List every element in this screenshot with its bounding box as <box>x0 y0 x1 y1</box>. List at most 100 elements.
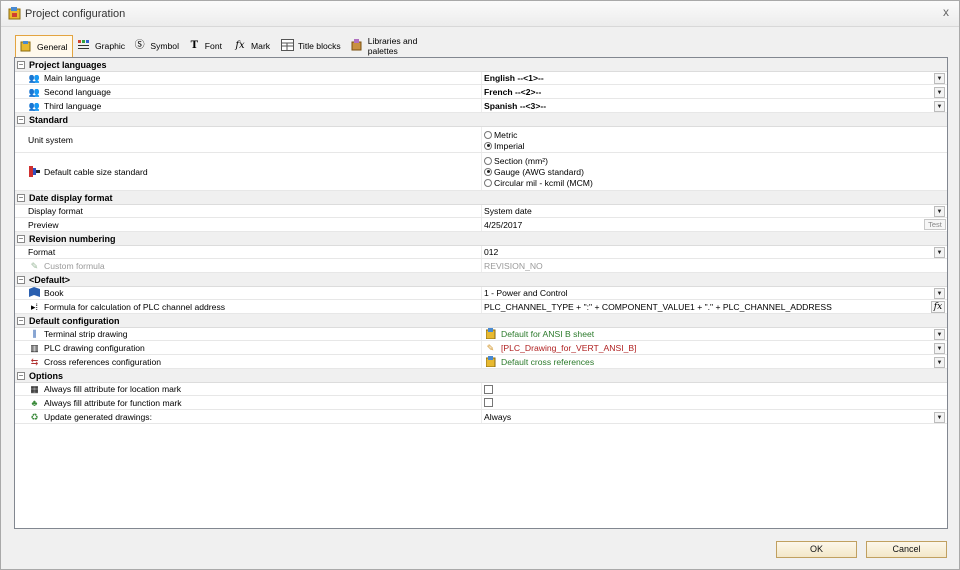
graphic-icon <box>78 39 91 53</box>
display-format-label: Display format <box>28 206 83 216</box>
preview-value: 4/25/2017 <box>484 219 523 230</box>
update-drawings-value[interactable]: Always <box>484 410 511 423</box>
ok-button[interactable]: OK <box>776 541 857 558</box>
window-title: Project configuration <box>25 8 126 20</box>
function-mark-label: Always fill attribute for function mark <box>44 397 182 408</box>
tab-mark[interactable]: fx Mark <box>230 35 274 57</box>
display-format-row[interactable]: Display format System date ▼ <box>15 205 947 218</box>
terminal-strip-icon: ⫼ <box>32 329 37 339</box>
main-language-row[interactable]: 👥 Main language English --<1>-- ▼ <box>15 72 947 85</box>
update-drawings-row[interactable]: ♻ Update generated drawings: Always ▼ <box>15 410 947 424</box>
terminal-strip-value[interactable]: Default for ANSI B sheet <box>484 328 594 340</box>
cross-references-row[interactable]: ⇆ Cross references configuration Default c… <box>15 355 947 369</box>
display-format-value[interactable]: System date <box>484 205 532 217</box>
unit-system-label: Unit system <box>28 134 73 145</box>
tab-general[interactable]: General <box>15 35 73 58</box>
third-language-label: Third language <box>44 100 102 111</box>
formula-editor-icon[interactable]: fx <box>931 301 945 313</box>
category-default[interactable]: − <Default> <box>15 273 947 287</box>
radio-icon[interactable] <box>484 178 492 187</box>
dropdown-arrow-icon[interactable]: ▼ <box>934 206 945 217</box>
main-language-label: Main language <box>44 73 101 83</box>
second-language-value[interactable]: French --<2>-- <box>484 85 541 98</box>
category-standard[interactable]: − Standard <box>15 113 947 127</box>
category-project-languages[interactable]: − Project languages <box>15 58 947 72</box>
function-mark-checkbox[interactable] <box>484 398 493 407</box>
category-title: Default configuration <box>29 315 120 326</box>
dropdown-arrow-icon[interactable]: ▼ <box>934 356 945 368</box>
radio-selected-icon[interactable] <box>484 141 492 150</box>
cross-references-value[interactable]: Default cross references <box>484 355 594 368</box>
tab-title-blocks[interactable]: Title blocks <box>277 35 344 57</box>
radio-imperial[interactable]: Imperial <box>484 140 525 151</box>
third-language-value[interactable]: Spanish --<3>-- <box>484 99 546 112</box>
dropdown-arrow-icon[interactable]: ▼ <box>934 342 945 354</box>
location-mark-label: Always fill attribute for location mark <box>44 384 182 394</box>
revision-format-row[interactable]: Format 012 ▼ <box>15 246 947 259</box>
main-language-value[interactable]: English --<1>-- <box>484 72 544 84</box>
plc-formula-value[interactable]: PLC_CHANNEL_TYPE + ":" + COMPONENT_VALUE… <box>484 300 832 313</box>
collapse-icon[interactable]: − <box>17 60 25 69</box>
plc-drawing-value[interactable]: ✎ [PLC_Drawing_for_VERT_ANSI_B] <box>484 341 637 354</box>
cancel-button[interactable]: Cancel <box>866 541 947 558</box>
radio-icon[interactable] <box>484 130 492 139</box>
collapse-icon[interactable]: − <box>17 371 25 380</box>
collapse-icon[interactable]: − <box>17 115 25 124</box>
dropdown-arrow-icon[interactable]: ▼ <box>934 86 945 98</box>
collapse-icon[interactable]: − <box>17 316 25 325</box>
language-2-icon: 👥 <box>28 86 41 97</box>
book-row[interactable]: Book 1 - Power and Control ▼ <box>15 287 947 300</box>
category-title: Standard <box>29 114 69 125</box>
collapse-icon[interactable]: − <box>17 275 25 284</box>
preview-row: Preview 4/25/2017 Test <box>15 218 947 232</box>
tab-symbol[interactable]: Ⓢ Symbol <box>130 35 182 57</box>
category-revision-numbering[interactable]: − Revision numbering <box>15 232 947 246</box>
category-date-display-format[interactable]: − Date display format <box>15 191 947 205</box>
radio-selected-icon[interactable] <box>484 167 492 176</box>
revision-format-value[interactable]: 012 <box>484 246 498 258</box>
update-drawings-label: Update generated drawings: <box>44 411 152 422</box>
font-icon: T <box>190 40 199 51</box>
tab-symbol-label: Symbol <box>150 41 179 51</box>
radio-metric[interactable]: Metric <box>484 129 525 140</box>
tab-graphic-label: Graphic <box>95 41 126 51</box>
terminal-strip-row[interactable]: ⫼ Terminal strip drawing Default for ANSI … <box>15 328 947 341</box>
close-icon[interactable]: x <box>943 5 949 19</box>
third-language-row[interactable]: 👥 Third language Spanish --<3>-- ▼ <box>15 99 947 113</box>
radio-gauge[interactable]: Gauge (AWG standard) <box>484 166 593 177</box>
dropdown-arrow-icon[interactable]: ▼ <box>934 288 945 299</box>
tab-libraries-and-palettes[interactable]: Libraries and palettes <box>347 35 451 57</box>
category-title: Options <box>29 370 63 381</box>
tab-graphic[interactable]: Graphic <box>75 35 128 57</box>
radio-icon[interactable] <box>484 156 492 165</box>
custom-formula-row: ✎ Custom formula REVISION_NO <box>15 259 947 273</box>
tab-general-label: General <box>37 42 68 52</box>
project-configuration-dialog: Project configuration x General Graphic … <box>0 0 960 570</box>
category-options[interactable]: − Options <box>15 369 947 383</box>
dropdown-arrow-icon[interactable]: ▼ <box>934 247 945 258</box>
category-default-configuration[interactable]: − Default configuration <box>15 314 947 328</box>
function-mark-row[interactable]: ♣ Always fill attribute for function mark <box>15 396 947 410</box>
plc-drawing-row[interactable]: ▥ PLC drawing configuration ✎ [PLC_Drawing_… <box>15 341 947 355</box>
location-mark-checkbox[interactable] <box>484 384 493 394</box>
dropdown-arrow-icon[interactable]: ▼ <box>934 73 945 84</box>
category-title: Revision numbering <box>29 233 116 244</box>
radio-circular-mil[interactable]: Circular mil - kcmil (MCM) <box>484 177 593 188</box>
dropdown-arrow-icon[interactable]: ▼ <box>934 411 945 423</box>
second-language-row[interactable]: 👥 Second language French --<2>-- ▼ <box>15 85 947 99</box>
test-button[interactable]: Test <box>924 219 946 230</box>
revision-format-label: Format <box>28 247 56 257</box>
category-title: <Default> <box>29 274 71 285</box>
cross-references-icon: ⇆ <box>30 356 39 367</box>
collapse-icon[interactable]: − <box>17 234 25 243</box>
plc-drawing-label: PLC drawing configuration <box>44 342 145 353</box>
collapse-icon[interactable]: − <box>17 193 25 202</box>
location-mark-row[interactable]: ▦ Always fill attribute for location mark <box>15 383 947 396</box>
title-bar: Project configuration x <box>1 1 959 27</box>
radio-section[interactable]: Section (mm²) <box>484 155 593 166</box>
book-value[interactable]: 1 - Power and Control <box>484 287 568 299</box>
dropdown-arrow-icon[interactable]: ▼ <box>934 329 945 340</box>
dropdown-arrow-icon[interactable]: ▼ <box>934 100 945 112</box>
tab-font[interactable]: T Font <box>185 35 225 57</box>
plc-formula-row[interactable]: ▸⁞ Formula for calculation of PLC channel… <box>15 300 947 314</box>
